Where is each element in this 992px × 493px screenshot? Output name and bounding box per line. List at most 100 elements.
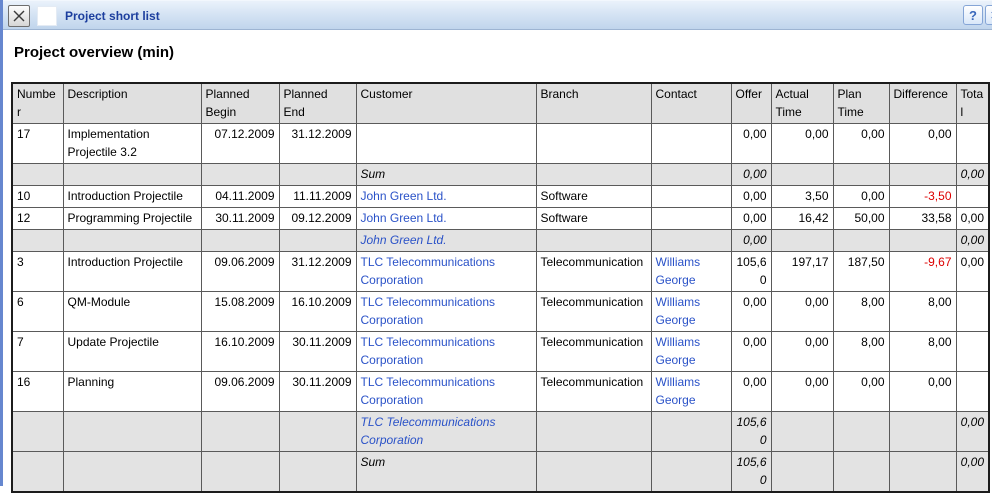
actual-time-cell: 0,00 [771, 332, 833, 372]
offer-cell: 105,60 [731, 252, 771, 292]
difference-cell [889, 230, 956, 252]
table-row: 10Introduction Projectile04.11.200911.11… [12, 186, 989, 208]
contact-cell [651, 186, 731, 208]
planned-begin-cell [201, 164, 279, 186]
table-row: 3Introduction Projectile09.06.200931.12.… [12, 252, 989, 292]
column-header-branch: Branch [536, 83, 651, 124]
customer-cell[interactable]: TLC Telecommunications Corporation [356, 332, 536, 372]
number-cell: 6 [12, 292, 63, 332]
page-title: Project overview (min) [14, 44, 174, 61]
total-cell: 0,00 [956, 412, 989, 452]
contact-cell[interactable]: Williams George [651, 372, 731, 412]
total-cell: 0,00 [956, 208, 989, 230]
plan-time-cell: 0,00 [833, 186, 889, 208]
column-header-plan-time: Plan Time [833, 83, 889, 124]
number-cell [12, 412, 63, 452]
difference-cell: -9,67 [889, 252, 956, 292]
number-cell [12, 164, 63, 186]
contact-cell [651, 208, 731, 230]
contact-cell [651, 164, 731, 186]
branch-cell: Telecommunication [536, 332, 651, 372]
project-overview-table: NumberDescriptionPlanned BeginPlanned En… [11, 82, 990, 493]
branch-cell: Telecommunication [536, 252, 651, 292]
description-cell: Introduction Projectile [63, 252, 201, 292]
help-button[interactable]: ? [963, 5, 983, 25]
planned-end-cell [279, 164, 356, 186]
planned-end-cell [279, 412, 356, 452]
table-row: 7Update Projectile16.10.200930.11.2009TL… [12, 332, 989, 372]
customer-cell [356, 124, 536, 164]
contact-cell[interactable]: Williams George [651, 332, 731, 372]
customer-cell[interactable]: John Green Ltd. [356, 230, 536, 252]
plan-time-cell: 0,00 [833, 124, 889, 164]
offer-cell: 0,00 [731, 164, 771, 186]
planned-begin-cell [201, 230, 279, 252]
plan-time-cell [833, 230, 889, 252]
window-close-button[interactable] [8, 5, 30, 27]
help-icon: ? [969, 8, 977, 23]
customer-cell[interactable]: John Green Ltd. [356, 186, 536, 208]
planned-begin-cell: 16.10.2009 [201, 332, 279, 372]
sum-row: John Green Ltd.0,000,00 [12, 230, 989, 252]
contact-cell[interactable]: Williams George [651, 292, 731, 332]
planned-end-cell: 16.10.2009 [279, 292, 356, 332]
project-table-container: NumberDescriptionPlanned BeginPlanned En… [11, 82, 990, 493]
actual-time-cell: 16,42 [771, 208, 833, 230]
total-cell [956, 186, 989, 208]
actual-time-cell [771, 230, 833, 252]
description-cell: Introduction Projectile [63, 186, 201, 208]
table-row: 12Programming Projectile30.11.200909.12.… [12, 208, 989, 230]
contact-cell[interactable]: Williams George [651, 252, 731, 292]
branch-cell [536, 230, 651, 252]
offer-cell: 0,00 [731, 208, 771, 230]
column-header-number: Number [12, 83, 63, 124]
customer-cell[interactable]: TLC Telecommunications Corporation [356, 252, 536, 292]
customer-cell[interactable]: TLC Telecommunications Corporation [356, 292, 536, 332]
close-icon [12, 9, 26, 23]
offer-cell: 0,00 [731, 292, 771, 332]
description-cell: Implementation Projectile 3.2 [63, 124, 201, 164]
total-cell: 0,00 [956, 230, 989, 252]
customer-cell[interactable]: TLC Telecommunications Corporation [356, 412, 536, 452]
number-cell: 7 [12, 332, 63, 372]
difference-cell: 8,00 [889, 292, 956, 332]
branch-cell [536, 124, 651, 164]
total-cell [956, 372, 989, 412]
planned-end-cell: 30.11.2009 [279, 372, 356, 412]
plan-time-cell: 50,00 [833, 208, 889, 230]
panel-close-button[interactable]: × [985, 5, 992, 25]
number-cell: 16 [12, 372, 63, 412]
total-cell [956, 292, 989, 332]
branch-cell: Telecommunication [536, 292, 651, 332]
header-row: NumberDescriptionPlanned BeginPlanned En… [12, 83, 989, 124]
column-header-customer: Customer [356, 83, 536, 124]
difference-cell [889, 164, 956, 186]
description-cell: Planning [63, 372, 201, 412]
sum-row: Sum0,000,00 [12, 164, 989, 186]
contact-cell [651, 230, 731, 252]
description-cell [63, 164, 201, 186]
difference-cell: 0,00 [889, 372, 956, 412]
offer-cell: 0,00 [731, 372, 771, 412]
planned-end-cell: 11.11.2009 [279, 186, 356, 208]
plan-time-cell [833, 164, 889, 186]
customer-cell[interactable]: John Green Ltd. [356, 208, 536, 230]
actual-time-cell: 0,00 [771, 372, 833, 412]
description-cell [63, 412, 201, 452]
branch-cell [536, 412, 651, 452]
customer-cell: Sum [356, 164, 536, 186]
customer-cell[interactable]: TLC Telecommunications Corporation [356, 372, 536, 412]
table-row: 6QM-Module15.08.200916.10.2009TLC Teleco… [12, 292, 989, 332]
description-cell [63, 230, 201, 252]
total-cell [956, 124, 989, 164]
column-header-offer: Offer [731, 83, 771, 124]
difference-cell: 8,00 [889, 332, 956, 372]
titlebar-checkbox[interactable] [37, 6, 57, 26]
planned-end-cell: 30.11.2009 [279, 332, 356, 372]
plan-time-cell: 8,00 [833, 292, 889, 332]
planned-end-cell: 31.12.2009 [279, 252, 356, 292]
number-cell [12, 230, 63, 252]
window-title: Project short list [65, 1, 160, 31]
actual-time-cell: 197,17 [771, 252, 833, 292]
number-cell: 12 [12, 208, 63, 230]
